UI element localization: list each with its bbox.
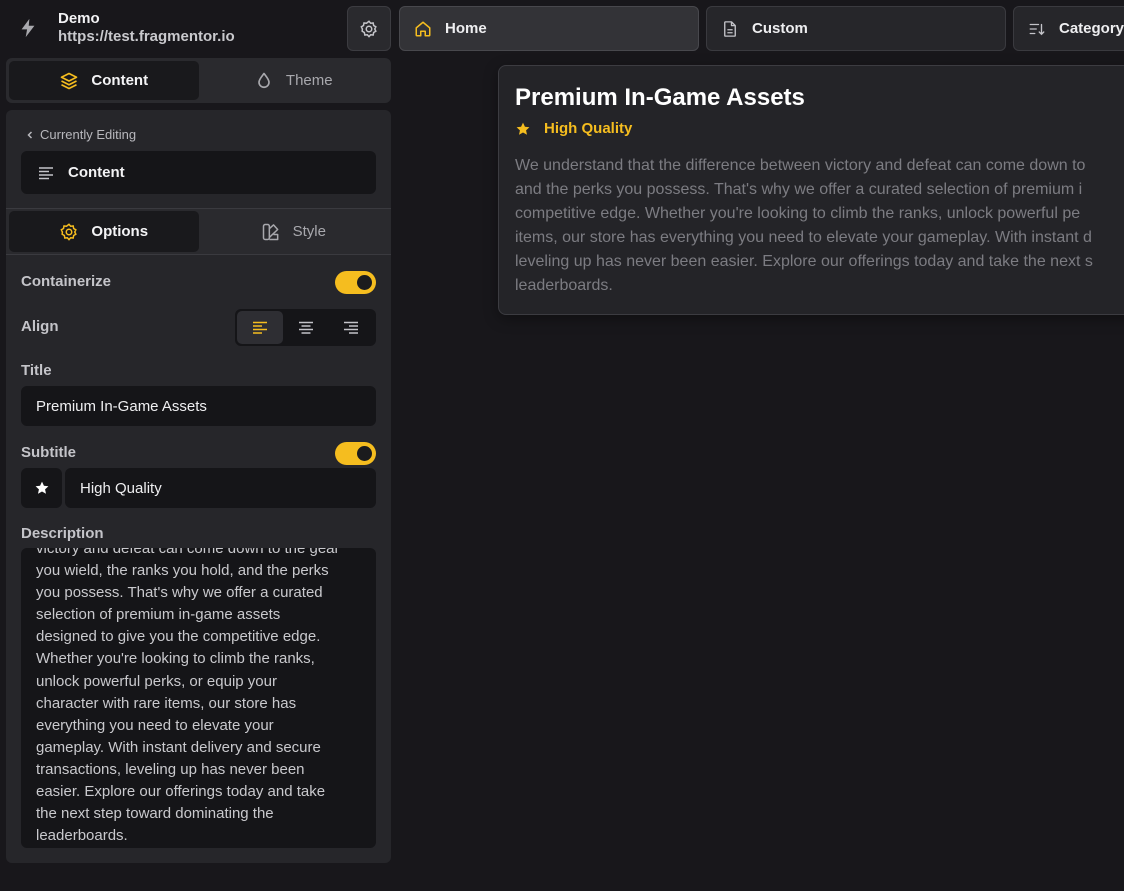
tab-options[interactable]: Options	[9, 211, 199, 252]
tab-content-label: Content	[91, 72, 149, 89]
align-center-icon	[298, 321, 314, 334]
sidebar-tabbar: Content Theme	[6, 58, 391, 103]
breadcrumb-label: Currently Editing	[40, 127, 137, 142]
toggle-knob	[357, 275, 372, 290]
align-right-icon	[343, 321, 359, 334]
nav-tab-home-label: Home	[445, 20, 487, 37]
settings-button[interactable]	[347, 6, 391, 51]
text-lines-icon	[38, 166, 54, 180]
star-icon	[515, 121, 531, 137]
layers-icon	[59, 71, 79, 91]
containerize-toggle[interactable]	[335, 271, 376, 294]
align-group	[235, 309, 376, 346]
align-label: Align	[21, 318, 59, 335]
align-left-icon	[252, 321, 268, 334]
preview-description: We understand that the difference betwee…	[515, 157, 1093, 294]
site-url: https://test.fragmentor.io	[58, 28, 235, 45]
file-icon	[721, 20, 739, 38]
nav-tab-home[interactable]: Home	[399, 6, 699, 51]
nav-tab-custom[interactable]: Custom	[706, 6, 1006, 51]
align-left-button[interactable]	[237, 311, 283, 344]
tab-style[interactable]: Style	[199, 211, 389, 252]
align-right-button[interactable]	[328, 311, 374, 344]
swatch-icon	[261, 222, 281, 242]
nav-tab-custom-label: Custom	[752, 20, 808, 37]
align-center-button[interactable]	[283, 311, 329, 344]
tab-theme[interactable]: Theme	[199, 61, 389, 100]
site-name: Demo	[58, 10, 100, 27]
chevron-left-icon	[26, 130, 34, 139]
subtitle-input[interactable]: High Quality	[65, 468, 376, 508]
bolt-icon	[17, 17, 39, 39]
editing-block-label: Content	[68, 164, 125, 181]
divider	[6, 254, 391, 255]
home-icon	[414, 20, 432, 38]
site-header: Demo https://test.fragmentor.io	[0, 0, 398, 56]
tab-theme-label: Theme	[285, 72, 333, 89]
editor-panel: Currently Editing Content Options Style …	[6, 110, 391, 863]
preview-subtitle: High Quality	[515, 120, 632, 137]
star-icon	[34, 480, 50, 496]
gear-icon	[359, 19, 379, 39]
preview-subtitle-text: High Quality	[544, 120, 633, 137]
description-label: Description	[21, 525, 104, 542]
subtitle-icon-picker[interactable]	[21, 468, 62, 508]
gear-icon	[59, 222, 79, 242]
nav-tab-category[interactable]: Category	[1013, 6, 1124, 51]
description-textarea[interactable]: victory and defeat can come down to the …	[21, 548, 376, 848]
tab-style-label: Style	[292, 223, 326, 240]
title-input[interactable]: Premium In-Game Assets	[21, 386, 376, 426]
tab-options-label: Options	[91, 223, 149, 240]
droplet-icon	[254, 71, 274, 91]
tab-content[interactable]: Content	[9, 61, 199, 100]
breadcrumb-back[interactable]: Currently Editing	[26, 127, 136, 142]
description-text: victory and defeat can come down to the …	[36, 548, 340, 845]
title-label: Title	[21, 362, 52, 379]
nav-tab-category-label: Category	[1059, 20, 1124, 37]
containerize-label: Containerize	[21, 273, 112, 290]
editing-block[interactable]: Content	[21, 151, 376, 194]
preview-title: Premium In-Game Assets	[515, 84, 805, 111]
sort-icon	[1028, 20, 1046, 38]
preview-card[interactable]: Premium In-Game Assets High Quality We u…	[498, 65, 1124, 315]
subtitle-label: Subtitle	[21, 444, 76, 461]
subtitle-toggle[interactable]	[335, 442, 376, 465]
toggle-knob	[357, 446, 372, 461]
options-style-tabs: Options Style	[6, 209, 391, 254]
